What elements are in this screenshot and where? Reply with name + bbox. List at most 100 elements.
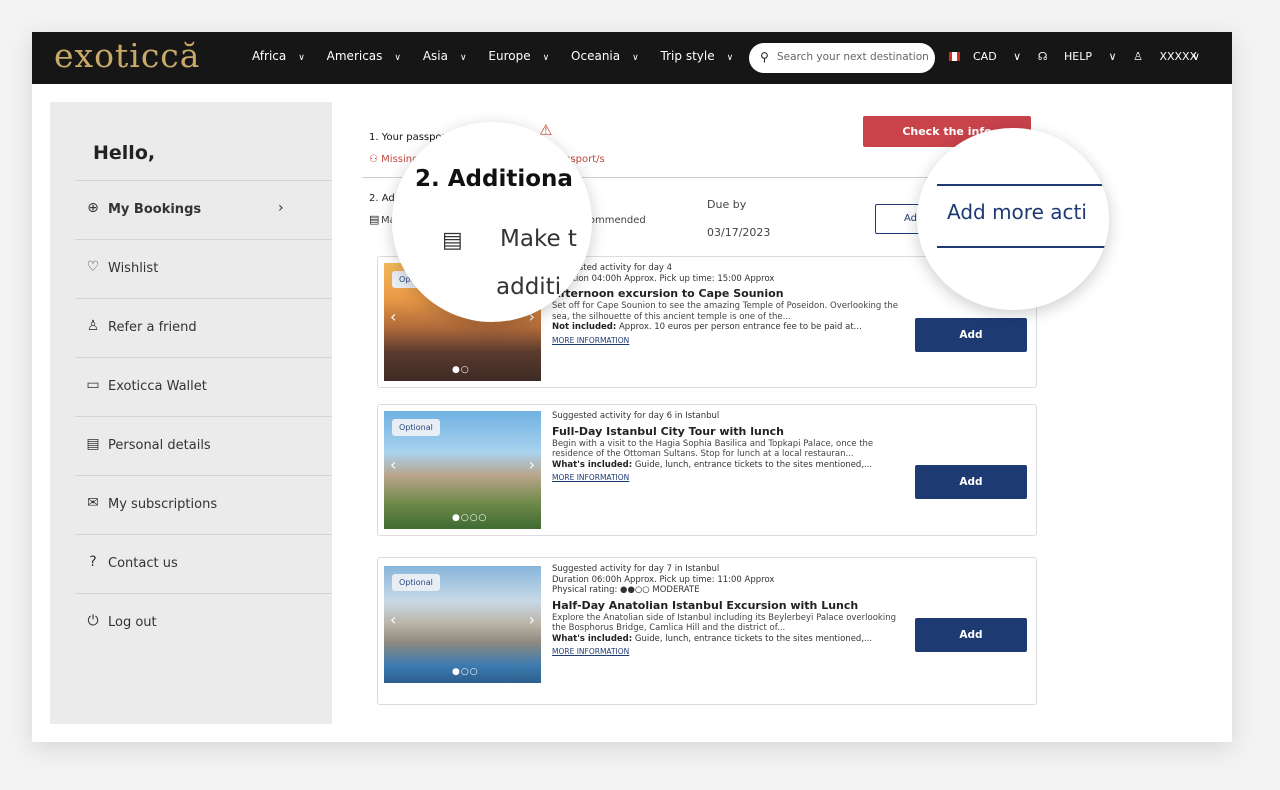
carousel-next-icon[interactable]: › <box>529 610 535 629</box>
wallet-icon: ▭ <box>86 377 100 393</box>
inclusions-label: Not included: <box>552 322 617 332</box>
due-label: Due by <box>707 198 747 211</box>
user-icon: ♙ <box>1133 50 1143 63</box>
nav-item-africa[interactable]: Africa ∨ <box>252 49 314 63</box>
zoomed-subtitle-line2: additi <box>496 274 562 300</box>
activity-duration: Duration 06:00h Approx. Pick up time: 11… <box>552 574 775 585</box>
nav-item-oceania[interactable]: Oceania ∨ <box>571 49 648 63</box>
globe-icon: ⊕ <box>87 200 99 216</box>
sidebar-item-label: Refer a friend <box>108 320 197 335</box>
sidebar-item-wishlist[interactable]: ♡ Wishlist <box>75 239 332 298</box>
activity-image: Optional ‹ › ●○○○ <box>384 411 541 529</box>
carousel-dots[interactable]: ●○○ <box>452 667 479 677</box>
activity-description: Begin with a visit to the Hagia Sophia B… <box>552 438 874 460</box>
nav-item-europe[interactable]: Europe ∨ <box>488 49 558 63</box>
mail-icon: ✉ <box>87 495 99 511</box>
sidebar-item-label: Log out <box>108 615 157 630</box>
logo[interactable]: exoticcă <box>54 36 200 75</box>
help-menu[interactable]: ☊ HELP ∨ <box>1038 50 1117 63</box>
ticket-icon: ▤ <box>442 228 463 253</box>
activity-image: Optional ‹ › ●○○ <box>384 566 541 683</box>
nav-menu: Africa ∨ Americas ∨ Asia ∨ Europe ∨ Oceania ∨… <box>252 49 751 63</box>
sidebar-item-label: My Bookings <box>108 202 202 217</box>
nav-item-label: Trip style <box>660 49 715 63</box>
zoomed-subtitle-line1: Make t <box>500 226 577 252</box>
zoomed-add-more-label: Add more acti <box>947 200 1087 224</box>
sidebar-item-personal-details[interactable]: ▤ Personal details <box>75 416 332 475</box>
activity-title: Full-Day Istanbul City Tour with lunch <box>552 424 784 438</box>
sidebar-item-wallet[interactable]: ▭ Exoticca Wallet <box>75 357 332 416</box>
sidebar-item-contact-us[interactable]: ? Contact us <box>75 534 332 593</box>
activity-details: Suggested activity for day 7 in Istanbul… <box>552 564 907 658</box>
people-icon: ⚇ <box>369 154 382 165</box>
sidebar-item-subscriptions[interactable]: ✉ My subscriptions <box>75 475 332 534</box>
search-icon: ⚲ <box>760 50 769 64</box>
sidebar-item-my-bookings[interactable]: ⊕ My Bookings › <box>75 180 332 239</box>
sidebar-item-label: Wishlist <box>108 261 159 276</box>
carousel-prev-icon[interactable]: ‹ <box>390 455 396 474</box>
search-placeholder: Search your next destination <box>777 51 929 63</box>
chevron-down-icon[interactable]: ∨ <box>1192 50 1200 63</box>
carousel-next-icon[interactable]: › <box>529 455 535 474</box>
optional-badge: Optional <box>392 419 440 436</box>
browser-frame: exoticcă Africa ∨ Americas ∨ Asia ∨ Europe ∨… <box>32 32 1232 742</box>
sidebar-item-label: Personal details <box>108 438 211 453</box>
power-icon: ⏻ <box>87 613 99 629</box>
activity-inclusions: What's included: Guide, lunch, entrance … <box>552 634 907 645</box>
chevron-down-icon: ∨ <box>460 53 467 63</box>
activity-title: Afternoon excursion to Cape Sounion <box>552 287 784 300</box>
more-information-link[interactable]: MORE INFORMATION <box>552 473 907 484</box>
carousel-prev-icon[interactable]: ‹ <box>390 610 396 629</box>
nav-item-americas[interactable]: Americas ∨ <box>327 49 410 63</box>
search-input[interactable]: ⚲ Search your next destination <box>749 43 935 73</box>
activity-card: Optional ‹ › ●○○ Suggested activity for … <box>377 557 1037 705</box>
id-card-icon: ▤ <box>86 436 100 452</box>
nav-item-label: Americas <box>326 49 383 63</box>
nav-item-asia[interactable]: Asia ∨ <box>423 49 476 63</box>
activity-title: Half-Day Anatolian Istanbul Excursion wi… <box>552 598 859 612</box>
account-sidebar: Hello, ⊕ My Bookings › ♡ Wishlist ♙ Refe… <box>50 102 332 724</box>
nav-item-label: Asia <box>422 49 448 63</box>
more-information-link[interactable]: MORE INFORMATION <box>552 336 907 347</box>
sidebar-item-log-out[interactable]: ⏻ Log out <box>75 593 332 652</box>
chevron-down-icon: ∨ <box>298 53 305 63</box>
inclusions-label: What's included: <box>552 459 633 470</box>
inclusions-text: Guide, lunch, entrance tickets to the si… <box>634 633 873 644</box>
canada-flag-icon <box>949 52 960 61</box>
sidebar-item-label: My subscriptions <box>108 497 218 512</box>
zoom-lens-section-title: 2. Additiona ▤ Make t additi <box>392 122 592 322</box>
add-activity-button[interactable]: Add <box>915 618 1027 652</box>
nav-item-label: Africa <box>252 49 287 63</box>
chevron-down-icon: ∨ <box>394 53 402 63</box>
add-activity-button[interactable]: Add <box>915 318 1027 352</box>
currency-selector[interactable]: CAD ∨ <box>949 50 1021 63</box>
chevron-down-icon: ∨ <box>542 53 550 63</box>
activity-details: Suggested activity for day 4 Duration 04… <box>552 263 907 346</box>
ticket-icon: ▤ <box>369 213 380 226</box>
nav-item-label: Europe <box>488 49 531 63</box>
top-navigation: exoticcă Africa ∨ Americas ∨ Asia ∨ Europe ∨… <box>32 32 1232 84</box>
optional-badge: Optional <box>392 574 440 591</box>
nav-item-trip-style[interactable]: Trip style ∨ <box>661 49 743 63</box>
chevron-down-icon: ∨ <box>632 53 639 63</box>
nav-item-label: Oceania <box>571 49 621 63</box>
activity-details: Suggested activity for day 6 in Istanbul… <box>552 411 907 484</box>
activity-inclusions: Not included: Approx. 10 euros per perso… <box>552 322 907 333</box>
add-person-icon: ♙ <box>86 318 100 334</box>
chevron-down-icon: ∨ <box>726 53 734 63</box>
add-activity-button[interactable]: Add <box>915 465 1027 499</box>
physical-rating: Physical rating: ●●○○ MODERATE <box>552 585 700 595</box>
sidebar-item-refer-a-friend[interactable]: ♙ Refer a friend <box>75 298 332 357</box>
more-information-link[interactable]: MORE INFORMATION <box>552 647 907 658</box>
activity-inclusions: What's included: Guide, lunch, entrance … <box>552 460 907 471</box>
carousel-prev-icon[interactable]: ‹ <box>390 307 396 326</box>
carousel-dots[interactable]: ●○○○ <box>452 513 487 523</box>
headset-icon: ☊ <box>1037 50 1048 63</box>
activity-day: Suggested activity for day 6 in Istanbul <box>552 411 720 421</box>
chevron-right-icon: › <box>278 200 284 216</box>
zoomed-section-title: 2. Additiona <box>415 166 573 192</box>
greeting: Hello, <box>93 142 156 164</box>
carousel-dots[interactable]: ●○ <box>452 365 470 375</box>
help-circle-icon: ? <box>89 554 97 570</box>
activity-duration: Duration 04:00h Approx. Pick up time: 15… <box>552 273 775 284</box>
